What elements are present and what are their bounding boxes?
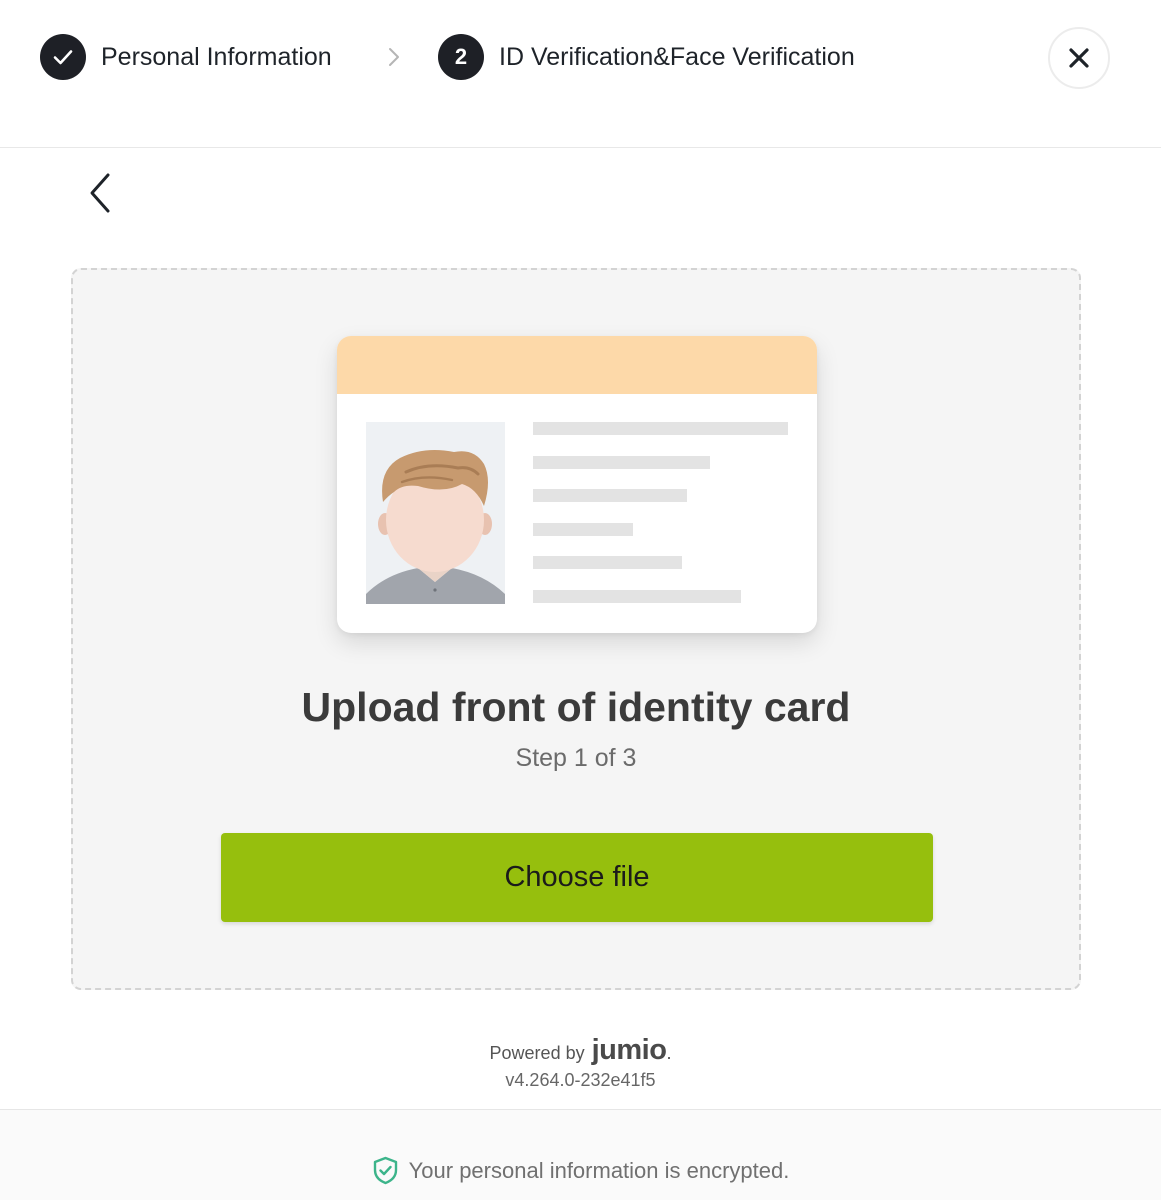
shield-check-icon [373, 1156, 397, 1185]
step-personal-information: Personal Information [40, 34, 332, 80]
close-button[interactable] [1048, 27, 1110, 89]
back-button[interactable] [82, 171, 118, 215]
jumio-logo-dot: . [666, 1043, 672, 1063]
card-text-line [533, 422, 788, 435]
card-header-stripe [337, 336, 817, 394]
jumio-logo: jumio [591, 1034, 667, 1066]
step-id-face-verification: 2 ID Verification&Face Verification [438, 34, 855, 80]
step-number-badge: 2 [438, 34, 484, 80]
encryption-footer: Your personal information is encrypted. [0, 1109, 1161, 1200]
step-completed-badge [40, 34, 86, 80]
powered-by-jumio: Powered by jumio. [0, 1034, 1161, 1067]
upload-step-indicator: Step 1 of 3 [515, 744, 637, 772]
check-icon [53, 50, 73, 65]
card-text-line [533, 489, 687, 502]
card-text-line [533, 523, 633, 536]
verification-stepper-header: Personal Information 2 ID Verification&F… [0, 0, 1161, 148]
step-label: Personal Information [101, 42, 332, 71]
card-text-line [533, 556, 682, 569]
person-avatar-illustration [366, 422, 505, 604]
close-icon [1069, 48, 1089, 68]
chevron-left-icon [90, 173, 110, 213]
upload-dropzone[interactable]: Upload front of identity card Step 1 of … [71, 268, 1081, 990]
upload-page: Upload front of identity card Step 1 of … [0, 149, 1161, 1109]
choose-file-button[interactable]: Choose file [221, 833, 933, 922]
upload-title: Upload front of identity card [301, 684, 851, 730]
version-label: v4.264.0-232e41f5 [505, 1070, 656, 1090]
card-text-line [533, 590, 741, 603]
powered-by-text: Powered by [489, 1043, 585, 1063]
id-card-illustration [337, 336, 817, 633]
step-label: ID Verification&Face Verification [499, 42, 855, 71]
card-text-line [533, 456, 710, 469]
encryption-notice: Your personal information is encrypted. [408, 1157, 790, 1183]
chevron-right-icon [389, 48, 399, 66]
